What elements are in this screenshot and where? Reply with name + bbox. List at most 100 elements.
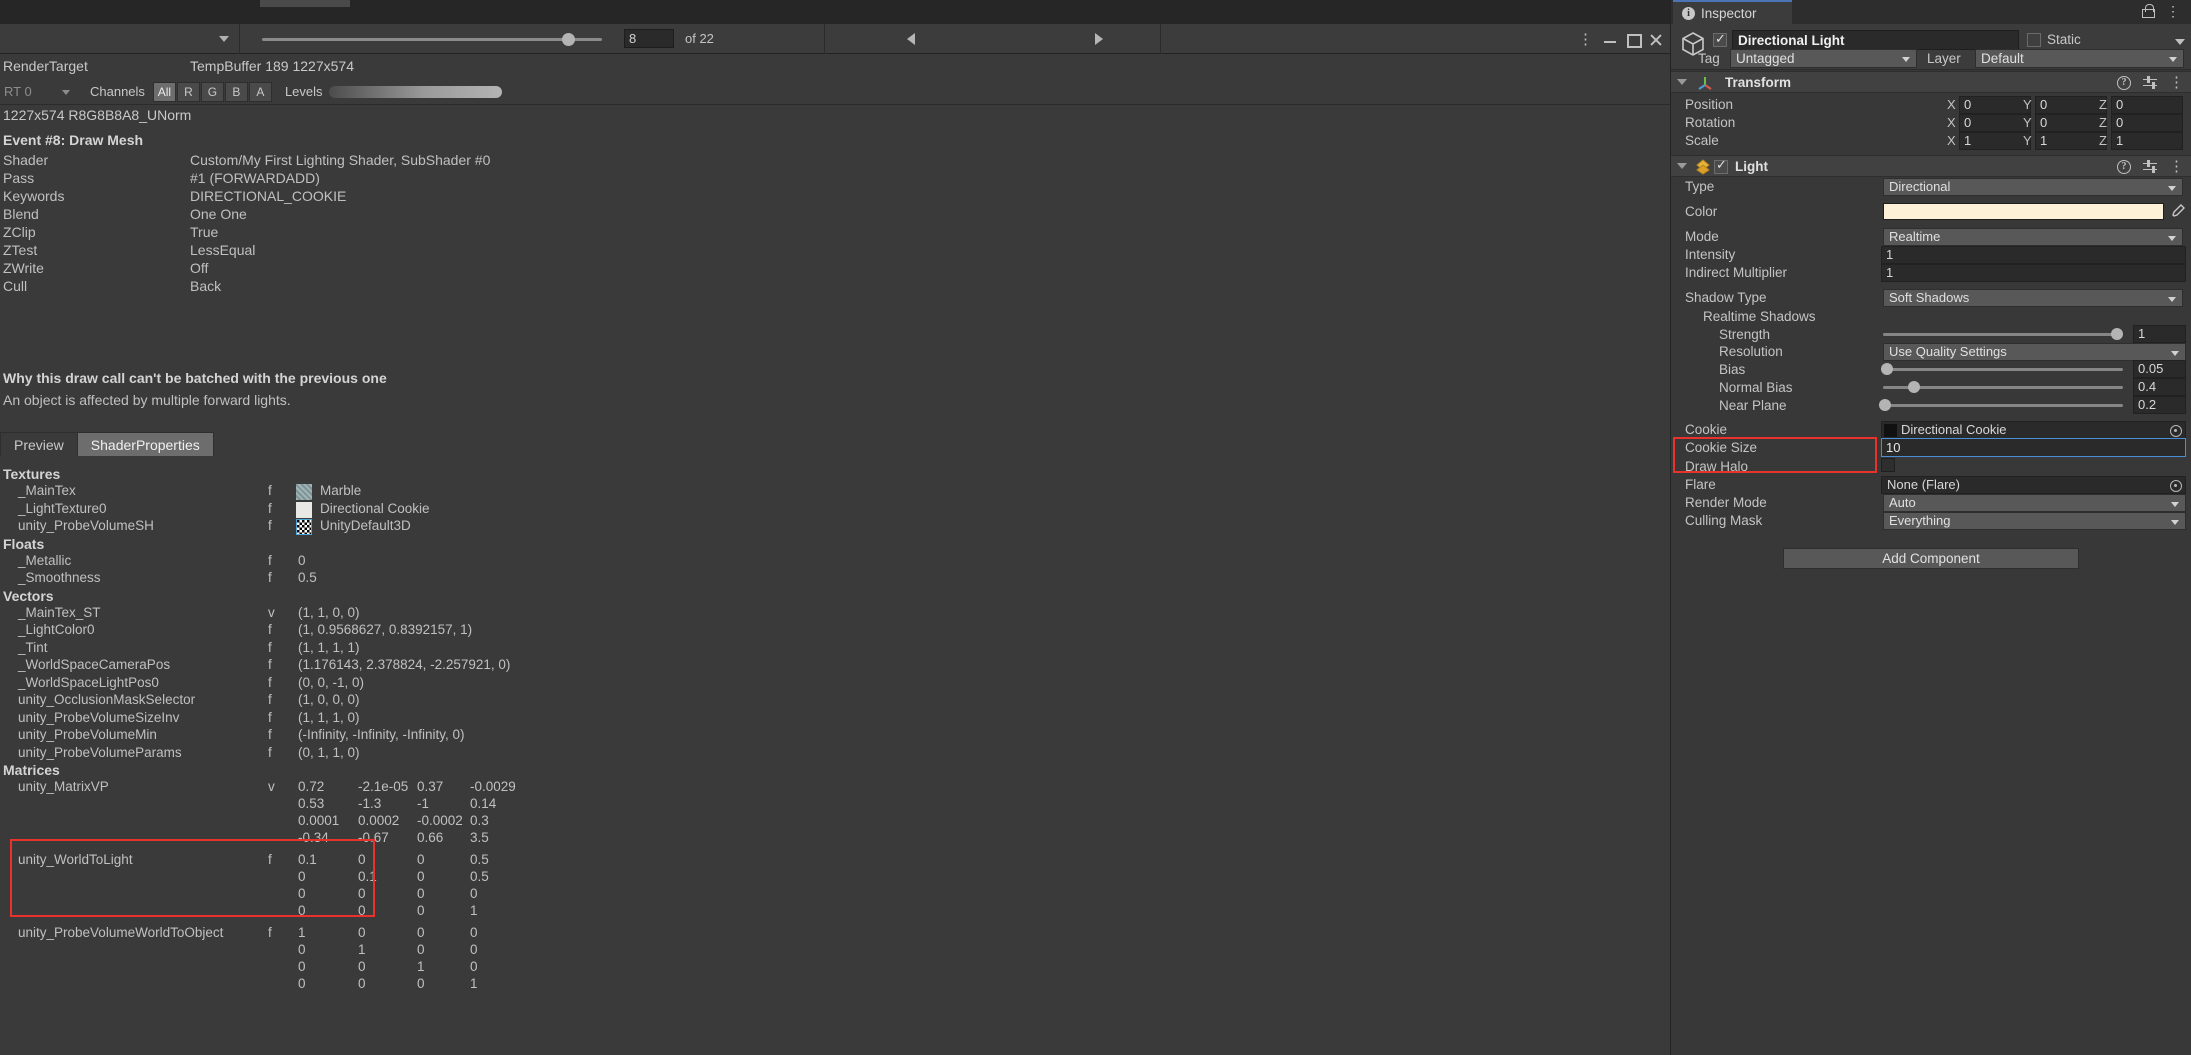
property-type: f bbox=[268, 518, 272, 533]
light-component-header[interactable]: ✓ Light ? ⋮ bbox=[1671, 155, 2191, 177]
static-checkbox[interactable] bbox=[2027, 33, 2041, 47]
kebab-menu-icon[interactable]: ⋮ bbox=[2166, 3, 2180, 20]
matrix-cell: 0 bbox=[470, 942, 478, 957]
object-picker-icon[interactable] bbox=[2170, 425, 2182, 437]
culling-mask-dropdown[interactable]: Everything bbox=[1883, 512, 2186, 530]
axis-label-y: Y bbox=[2023, 97, 2032, 112]
lock-open-icon[interactable] bbox=[2141, 4, 2155, 18]
kebab-menu-icon[interactable]: ⋮ bbox=[1578, 32, 1593, 47]
shadow-resolution-label: Resolution bbox=[1719, 344, 1783, 359]
preset-icon[interactable] bbox=[2143, 75, 2157, 90]
draw-halo-checkbox[interactable] bbox=[1881, 458, 1895, 472]
tab-inspector[interactable]: i Inspector bbox=[1673, 0, 1792, 24]
detail-key: Pass bbox=[3, 170, 35, 186]
near-plane-slider-thumb[interactable] bbox=[1879, 399, 1891, 411]
matrix-row: 0 1 0 0 bbox=[0, 942, 600, 959]
transform-scale-y-input[interactable]: 1 bbox=[2035, 132, 2107, 150]
foldout-icon[interactable] bbox=[1677, 79, 1687, 85]
tab-preview[interactable]: Preview bbox=[0, 432, 78, 456]
chevron-down-icon bbox=[2171, 502, 2179, 507]
target-dropdown[interactable] bbox=[0, 23, 240, 54]
event-slider[interactable] bbox=[262, 24, 602, 54]
tag-dropdown[interactable]: Untagged bbox=[1730, 49, 1917, 68]
render-mode-dropdown[interactable]: Auto bbox=[1883, 494, 2186, 512]
eyedropper-icon[interactable] bbox=[2170, 203, 2186, 219]
layer-dropdown[interactable]: Default bbox=[1975, 49, 2184, 68]
minimize-icon[interactable] bbox=[1604, 34, 1616, 45]
object-picker-icon[interactable] bbox=[2170, 480, 2182, 492]
event-index-input[interactable]: 8 bbox=[624, 29, 674, 48]
matrix-row: 0 0 1 0 bbox=[0, 959, 600, 976]
help-icon[interactable]: ? bbox=[2117, 75, 2131, 90]
detail-row: ZTest LessEqual bbox=[0, 242, 900, 260]
event-slider-track bbox=[262, 37, 602, 41]
cookie-object-field[interactable]: Directional Cookie bbox=[1881, 421, 2186, 439]
property-type: f bbox=[268, 727, 272, 742]
render-target-select[interactable]: RT 0 bbox=[0, 79, 82, 105]
light-indirect-input[interactable]: 1 bbox=[1881, 264, 2186, 282]
near-plane-label: Near Plane bbox=[1719, 398, 1787, 413]
matrix-cell: 0.0002 bbox=[358, 813, 400, 828]
transform-rotation-x-input[interactable]: 0 bbox=[1959, 114, 2031, 132]
foldout-icon[interactable] bbox=[1677, 163, 1687, 169]
transform-position-x-input[interactable]: 0 bbox=[1959, 96, 2031, 114]
levels-label: Levels bbox=[284, 84, 323, 99]
transform-scale-z-input[interactable]: 1 bbox=[2111, 132, 2183, 150]
strength-slider-thumb[interactable] bbox=[2111, 328, 2123, 340]
close-icon[interactable] bbox=[1650, 34, 1662, 45]
strength-slider-track[interactable] bbox=[1883, 333, 2123, 336]
normal-bias-input[interactable]: 0.4 bbox=[2133, 378, 2186, 396]
levels-slider[interactable] bbox=[328, 85, 502, 98]
transform-row: Scale X 1 Y 1 Z 1 bbox=[1671, 132, 2191, 150]
tab-shader-properties[interactable]: ShaderProperties bbox=[76, 432, 214, 456]
cookie-size-input[interactable]: 10 bbox=[1881, 438, 2186, 457]
transform-component-header[interactable]: Transform ? ⋮ bbox=[1671, 71, 2191, 93]
shadow-type-dropdown[interactable]: Soft Shadows bbox=[1883, 289, 2183, 307]
property-type: f bbox=[268, 639, 272, 655]
channel-button-b[interactable]: B bbox=[224, 81, 248, 102]
channel-button-g[interactable]: G bbox=[200, 81, 224, 102]
normal-bias-row: Normal Bias 0.4 bbox=[1671, 378, 2191, 397]
transform-scale-x-input[interactable]: 1 bbox=[1959, 132, 2031, 150]
light-color-swatch[interactable] bbox=[1883, 203, 2164, 220]
gameobject-enabled-checkbox[interactable] bbox=[1713, 31, 1727, 47]
channel-button-r[interactable]: R bbox=[176, 81, 200, 102]
channel-button-a[interactable]: A bbox=[248, 81, 272, 102]
normal-bias-slider-thumb[interactable] bbox=[1908, 381, 1920, 393]
texture-thumbnail bbox=[296, 501, 312, 518]
near-plane-slider-track[interactable] bbox=[1883, 404, 2123, 407]
light-type-dropdown[interactable]: Directional bbox=[1883, 178, 2183, 196]
gameobject-name-field[interactable]: Directional Light bbox=[1732, 30, 2019, 50]
event-slider-thumb[interactable] bbox=[562, 32, 575, 46]
static-dropdown-icon[interactable] bbox=[2175, 39, 2185, 45]
transform-position-y-input[interactable]: 0 bbox=[2035, 96, 2107, 114]
near-plane-input[interactable]: 0.2 bbox=[2133, 396, 2186, 414]
add-component-button[interactable]: Add Component bbox=[1783, 548, 2079, 569]
light-intensity-input[interactable]: 1 bbox=[1881, 246, 2186, 264]
transform-rotation-y-input[interactable]: 0 bbox=[2035, 114, 2107, 132]
kebab-menu-icon[interactable]: ⋮ bbox=[2169, 159, 2184, 174]
chevron-down-icon bbox=[62, 89, 70, 95]
transform-position-z-input[interactable]: 0 bbox=[2111, 96, 2183, 114]
matrix-cell: -1.3 bbox=[358, 796, 382, 811]
flare-object-field[interactable]: None (Flare) bbox=[1881, 476, 2186, 494]
bias-slider-track[interactable] bbox=[1883, 368, 2123, 371]
strength-input[interactable]: 1 bbox=[2133, 325, 2186, 343]
bias-slider-thumb[interactable] bbox=[1881, 363, 1893, 375]
light-mode-dropdown[interactable]: Realtime bbox=[1883, 228, 2183, 246]
maximize-icon[interactable] bbox=[1627, 33, 1642, 48]
light-header-actions: ? ⋮ bbox=[2117, 159, 2184, 174]
chevron-down-icon bbox=[2171, 520, 2179, 525]
prev-event-button[interactable] bbox=[877, 24, 945, 54]
next-event-button[interactable] bbox=[1065, 24, 1133, 54]
channel-button-all[interactable]: All bbox=[152, 81, 176, 102]
help-icon[interactable]: ? bbox=[2117, 159, 2131, 174]
preset-icon[interactable] bbox=[2143, 159, 2157, 174]
kebab-menu-icon[interactable]: ⋮ bbox=[2169, 75, 2184, 90]
bias-input[interactable]: 0.05 bbox=[2133, 360, 2186, 378]
light-enabled-checkbox[interactable]: ✓ bbox=[1714, 157, 1728, 174]
shadow-resolution-dropdown[interactable]: Use Quality Settings bbox=[1883, 343, 2186, 361]
transform-rotation-z-input[interactable]: 0 bbox=[2111, 114, 2183, 132]
matrix-cell: 0 bbox=[358, 959, 366, 974]
detail-key: Shader bbox=[3, 152, 49, 168]
